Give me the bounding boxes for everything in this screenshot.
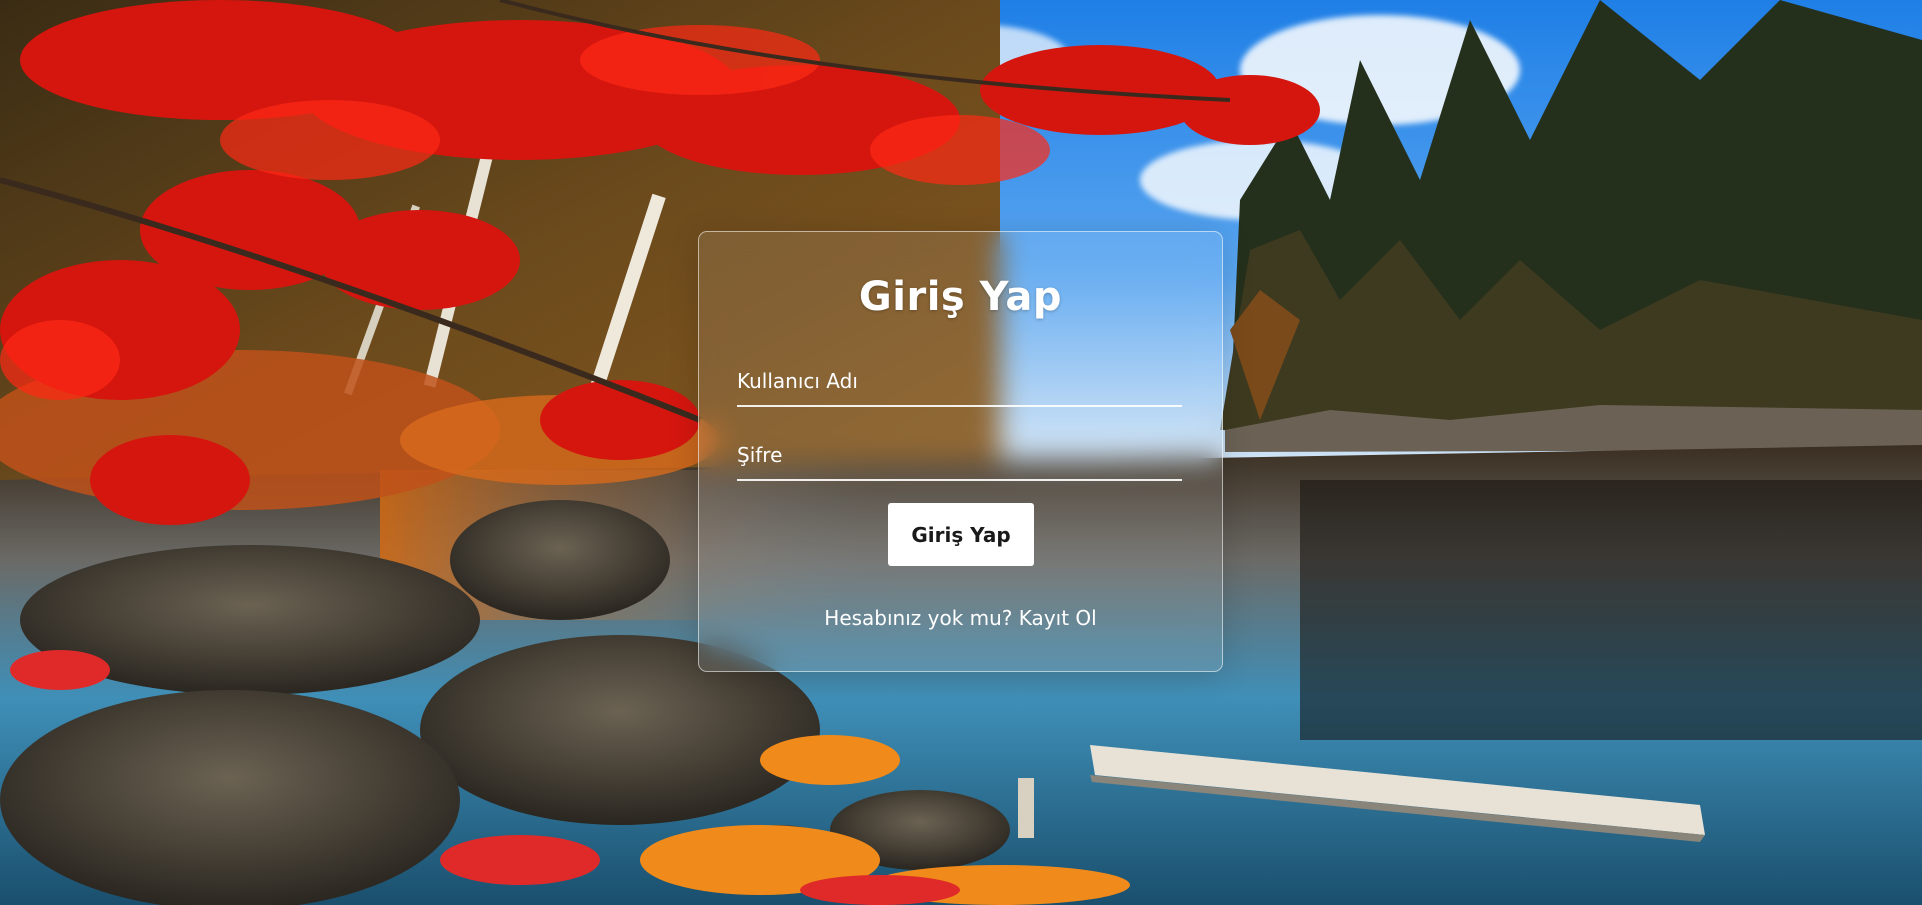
username-field bbox=[737, 359, 1182, 407]
signup-prompt: Hesabınız yok mu? Kayıt Ol bbox=[698, 606, 1223, 630]
login-title: Giriş Yap bbox=[858, 274, 1063, 320]
login-page: Giriş Yap Giriş Yap Hesabınız yok mu? Ka… bbox=[0, 0, 1922, 905]
login-button[interactable]: Giriş Yap bbox=[888, 503, 1034, 566]
username-input[interactable] bbox=[737, 359, 1182, 403]
password-input[interactable] bbox=[737, 433, 1182, 477]
signup-link[interactable]: Kayıt Ol bbox=[1019, 606, 1097, 630]
password-field bbox=[737, 433, 1182, 481]
signup-prompt-text: Hesabınız yok mu? bbox=[824, 606, 1013, 630]
